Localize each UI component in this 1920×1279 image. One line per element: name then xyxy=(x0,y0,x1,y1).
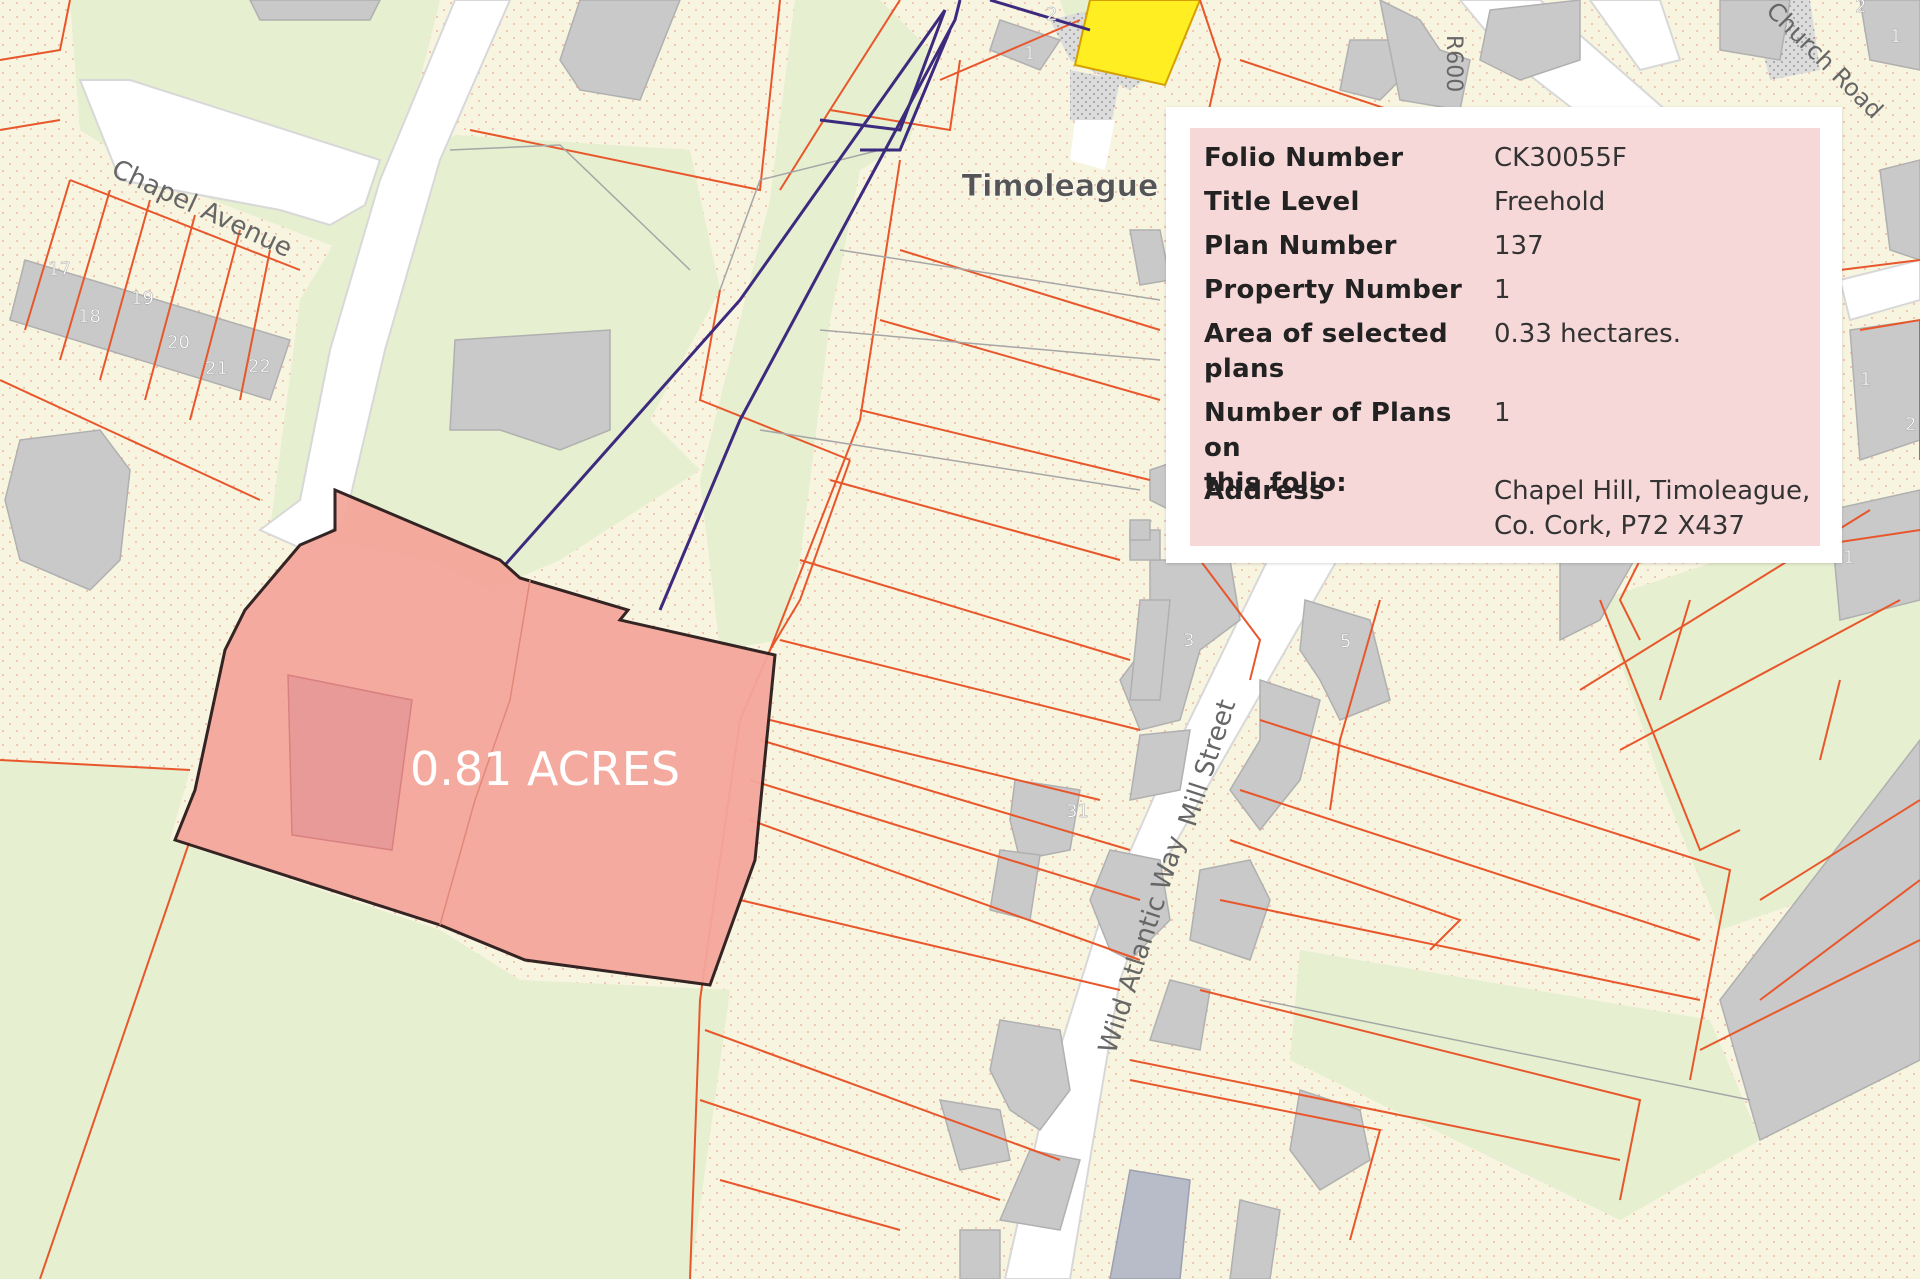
plan-number-value: 137 xyxy=(1494,231,1544,261)
plan-number-label: Plan Number xyxy=(1204,231,1397,261)
house-number-1-north: 1 xyxy=(1024,43,1035,64)
area-label: Area of selected plans xyxy=(1204,317,1474,387)
place-name-label: Timoleague xyxy=(962,169,1159,204)
house-number-3: 3 xyxy=(1183,630,1194,651)
house-number-1-se: 1 xyxy=(1843,547,1854,568)
house-number-17: 17 xyxy=(48,259,71,280)
address-line1: Chapel Hill, Timoleague, xyxy=(1494,476,1811,506)
street-label-r600: R600 xyxy=(1441,35,1466,92)
house-number-5: 5 xyxy=(1340,631,1351,652)
house-number-22: 22 xyxy=(248,356,271,377)
parcel-building xyxy=(287,674,413,851)
folio-info-panel: Folio Number CK30055F Title Level Freeho… xyxy=(1190,128,1820,546)
house-number-2-north: 2 xyxy=(1046,4,1057,25)
house-number-18: 18 xyxy=(78,306,101,327)
number-of-plans-label-line1: Number of Plans on xyxy=(1204,398,1452,463)
house-number-20: 20 xyxy=(167,332,190,353)
title-level-label: Title Level xyxy=(1204,187,1360,217)
address-line2: Co. Cork, P72 X437 xyxy=(1494,511,1745,541)
address-label: Address xyxy=(1204,476,1325,506)
house-number-1-ne: 1 xyxy=(1890,26,1901,47)
house-number-2-east: 2 xyxy=(1905,414,1916,435)
folio-label: Folio Number xyxy=(1204,143,1404,173)
house-number-21: 21 xyxy=(205,358,228,379)
area-label-line1: Area of selected xyxy=(1204,319,1448,349)
address-value: Chapel Hill, Timoleague, Co. Cork, P72 X4… xyxy=(1494,474,1814,544)
house-number-2-ne: 2 xyxy=(1855,0,1866,17)
house-number-1-east: 1 xyxy=(1860,369,1871,390)
area-value: 0.33 hectares. xyxy=(1494,319,1681,349)
house-number-31: 31 xyxy=(1066,801,1089,822)
area-label-line2: plans xyxy=(1204,354,1285,384)
property-number-label: Property Number xyxy=(1204,275,1463,305)
number-of-plans-value: 1 xyxy=(1494,398,1511,428)
parcel-area-label: 0.81 ACRES xyxy=(410,742,680,796)
house-number-19: 19 xyxy=(131,288,154,309)
property-number-value: 1 xyxy=(1494,275,1511,305)
title-level-value: Freehold xyxy=(1494,187,1606,217)
folio-value: CK30055F xyxy=(1494,143,1627,173)
folio-info-card: Folio Number CK30055F Title Level Freeho… xyxy=(1166,107,1842,563)
